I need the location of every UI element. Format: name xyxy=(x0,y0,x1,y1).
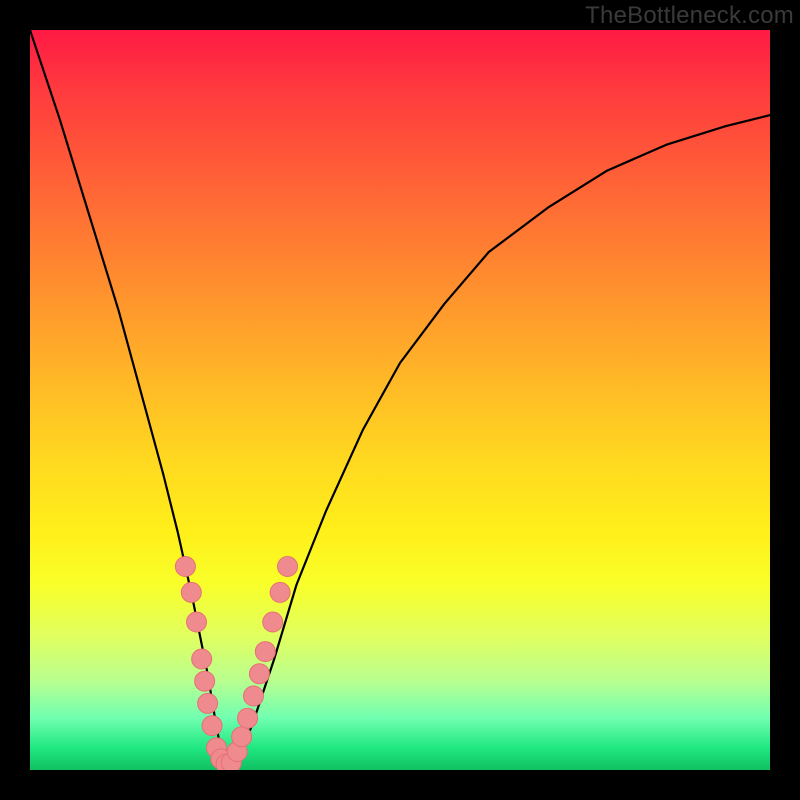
scatter-dot xyxy=(243,686,263,706)
scatter-dots xyxy=(175,557,297,771)
scatter-dot xyxy=(181,582,201,602)
outer-frame: TheBottleneck.com xyxy=(0,0,800,800)
scatter-dot xyxy=(238,708,258,728)
scatter-dot xyxy=(278,557,298,577)
scatter-dot xyxy=(255,642,275,662)
chart-svg xyxy=(30,30,770,770)
scatter-dot xyxy=(232,727,252,747)
scatter-dot xyxy=(198,693,218,713)
scatter-dot xyxy=(202,716,222,736)
scatter-dot xyxy=(187,612,207,632)
bottleneck-curve xyxy=(30,30,770,766)
scatter-dot xyxy=(249,664,269,684)
scatter-dot xyxy=(263,612,283,632)
scatter-dot xyxy=(192,649,212,669)
watermark-label: TheBottleneck.com xyxy=(585,2,794,30)
scatter-dot xyxy=(270,582,290,602)
scatter-dot xyxy=(175,557,195,577)
plot-area xyxy=(30,30,770,770)
scatter-dot xyxy=(195,671,215,691)
